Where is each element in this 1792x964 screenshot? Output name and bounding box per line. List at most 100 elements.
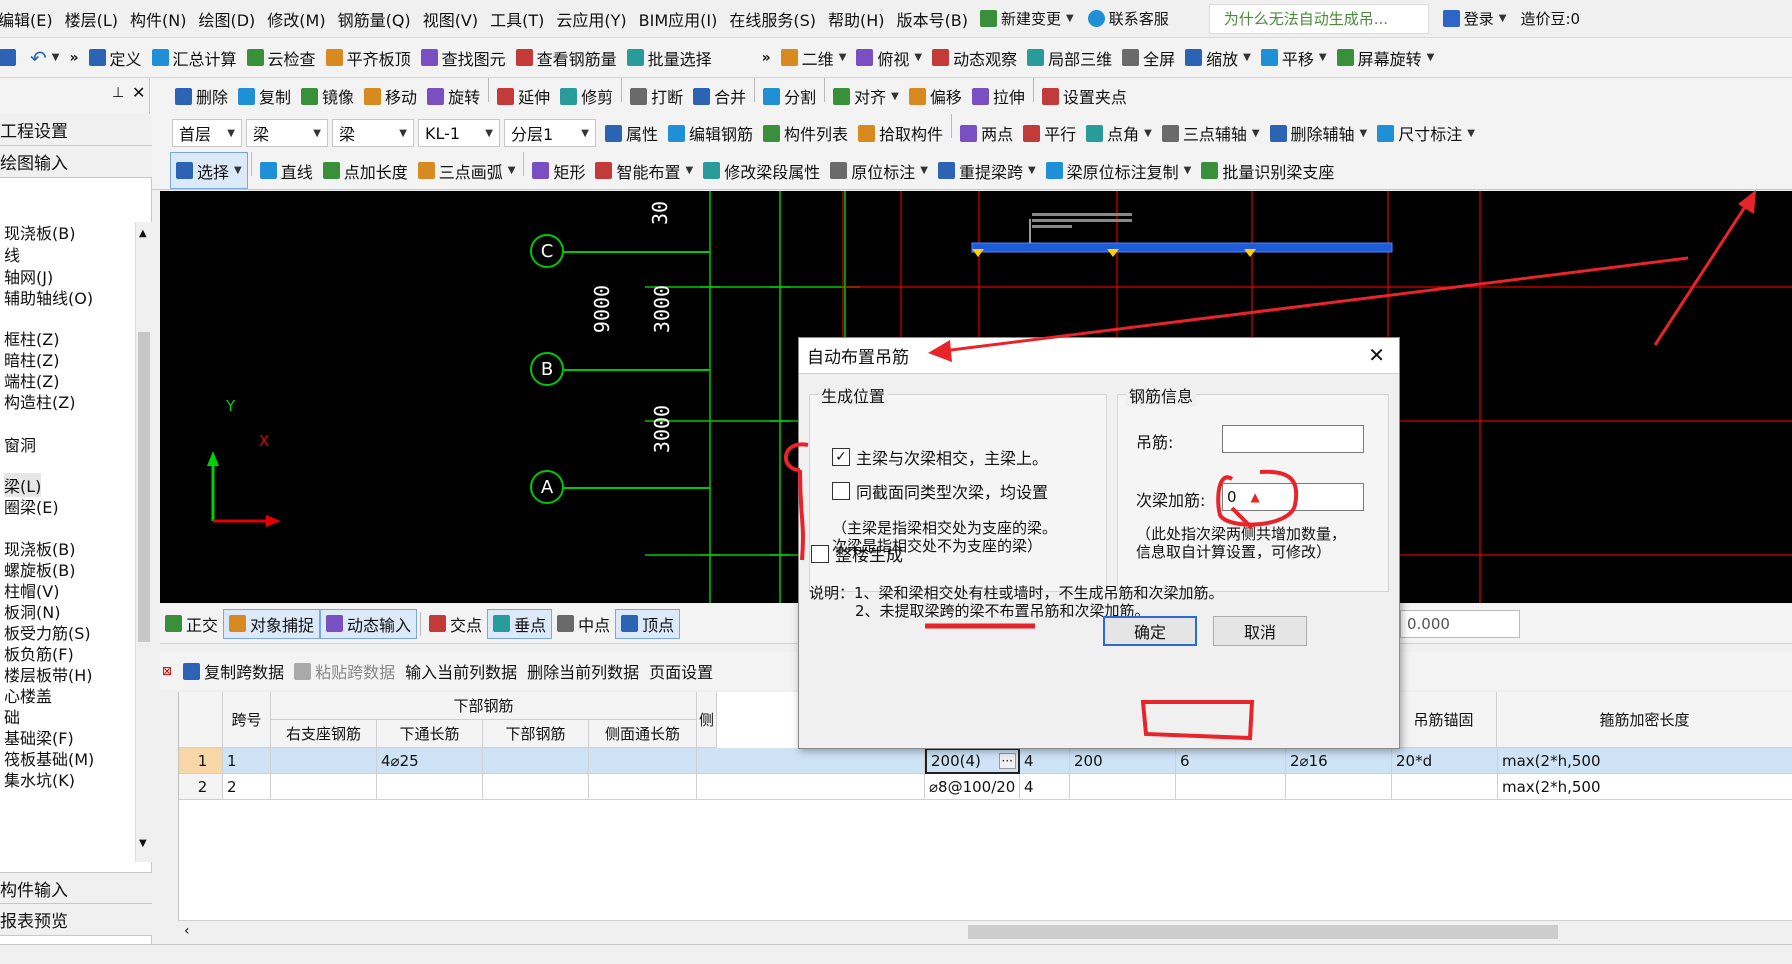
edit-tool-button[interactable]: 旋转 <box>422 78 485 114</box>
edit-tool-button[interactable]: 对齐 ▼ <box>828 78 904 114</box>
grid-cell-span[interactable]: 1 <box>223 748 271 774</box>
draw-tool-button[interactable]: 选择 ▼ <box>170 152 248 189</box>
grid-cell-stirrup[interactable]: ⌀8@100/20 <box>925 774 1020 800</box>
login-button[interactable]: 登录 ▼ <box>1442 8 1506 29</box>
undo-button[interactable]: ↶ ▼ <box>25 38 64 77</box>
component-tool-button[interactable]: 三点辅轴 ▼ <box>1157 114 1265 152</box>
menu-item[interactable]: 版本号(B) <box>891 7 974 31</box>
component-tool-button[interactable]: 删除辅轴 ▼ <box>1265 114 1373 152</box>
grid-tool-button[interactable]: 粘贴跨数据 <box>289 652 400 690</box>
edit-tool-button[interactable]: 删除 <box>170 78 233 114</box>
draw-tool-button[interactable]: 批量识别梁支座 <box>1196 152 1339 189</box>
scroll-thumb[interactable] <box>138 332 150 642</box>
draw-tool-button[interactable]: 点加长度 <box>318 152 413 189</box>
grid-cell[interactable] <box>483 774 589 800</box>
view-tool-button[interactable]: 屏幕旋转 ▼ <box>1332 38 1440 77</box>
edit-tool-button[interactable]: 镜像 <box>296 78 359 114</box>
grid-cell[interactable] <box>589 748 697 774</box>
section-draw-input[interactable]: 绘图输入 <box>0 146 152 178</box>
grid-cell-dense[interactable]: max(2*h,500 <box>1498 748 1792 774</box>
menu-item[interactable]: 钢筋量(Q) <box>332 7 417 31</box>
component-tool-button[interactable]: 点角 ▼ <box>1081 114 1157 152</box>
grid-cell-idx[interactable]: 1 <box>179 748 223 774</box>
grid-cell-span[interactable]: 2 <box>223 774 271 800</box>
scroll-up-icon[interactable]: ▲ <box>139 228 147 239</box>
grid-cell-hanger[interactable]: 2⌀16 <box>1286 748 1392 774</box>
dialog-close-icon[interactable]: ✕ <box>1368 343 1385 367</box>
whole-floor-generate-checkbox[interactable]: 整楼生成 <box>811 541 903 566</box>
snap-toggle[interactable]: 交点 <box>424 609 487 639</box>
coordinate-input[interactable]: 0.000 <box>1400 610 1520 638</box>
horizontal-scrollbar[interactable]: ‹ <box>178 920 1792 942</box>
combo-select[interactable]: 首层 ▼ <box>172 119 242 147</box>
draw-tool-button[interactable]: 梁原位标注复制 ▼ <box>1041 152 1197 189</box>
cancel-button[interactable]: 取消 <box>1213 616 1307 646</box>
grid-cell-dense[interactable]: max(2*h,500 <box>1498 774 1792 800</box>
view-tool-button[interactable]: 全屏 <box>1117 38 1180 77</box>
view-tool-button[interactable]: 缩放 ▼ <box>1180 38 1256 77</box>
draw-tool-button[interactable]: 矩形 <box>527 152 590 189</box>
h-scroll-thumb[interactable] <box>968 925 1558 939</box>
grid-cell-c1[interactable] <box>1070 774 1176 800</box>
grid-cell-anchor[interactable] <box>1392 774 1498 800</box>
grid-tool-button[interactable]: 输入当前列数据 <box>400 652 522 690</box>
menu-item[interactable]: BIM应用(I) <box>633 7 724 31</box>
edit-tool-button[interactable]: 延伸 <box>492 78 555 114</box>
tool-button[interactable]: 定义 <box>84 38 147 77</box>
component-tool-button[interactable]: 编辑钢筋 <box>663 114 758 152</box>
grid-tool-button[interactable]: 页面设置 <box>644 652 718 690</box>
grid-cell[interactable] <box>271 774 377 800</box>
combo-select[interactable]: 梁 ▼ <box>246 119 328 147</box>
draw-tool-button[interactable]: 直线 <box>255 152 318 189</box>
tool-button[interactable]: 云检查 <box>242 38 321 77</box>
snap-toggle[interactable]: 顶点 <box>615 608 681 639</box>
pin-icon[interactable]: ⊥ <box>112 85 124 101</box>
grid-cell-c1[interactable]: 200 <box>1070 748 1176 774</box>
ok-button[interactable]: 确定 <box>1103 616 1197 646</box>
checkbox-unchecked[interactable] <box>832 482 850 500</box>
menu-item[interactable]: 构件(N) <box>124 7 192 31</box>
close-grid-icon[interactable]: ⊠ <box>162 664 172 678</box>
tool-button[interactable]: 汇总计算 <box>147 38 242 77</box>
menu-item[interactable]: 编辑(E) <box>0 7 59 31</box>
scrollbar[interactable]: ▲ ▼ <box>135 222 152 862</box>
tool-button[interactable]: 查找图元 <box>416 38 511 77</box>
grid-cell-c2[interactable]: 6 <box>1176 748 1286 774</box>
tool-button[interactable]: 查看钢筋量 <box>511 38 622 77</box>
combo-select[interactable]: 分层1 ▼ <box>504 119 596 147</box>
tree-item[interactable]: 集水坑(K) <box>4 767 75 791</box>
draw-tool-button[interactable]: 智能布置 ▼ <box>590 152 698 189</box>
grid-cell-legs[interactable]: 4 <box>1020 748 1070 774</box>
view-tool-button[interactable]: 平移 ▼ <box>1256 38 1332 77</box>
grid-cell-hanger[interactable] <box>1286 774 1392 800</box>
tree-item[interactable]: 窗洞 <box>4 432 36 456</box>
edit-tool-button[interactable]: 分割 <box>758 78 821 114</box>
beam[interactable] <box>971 242 1393 253</box>
close-icon[interactable]: ✕ <box>132 83 145 102</box>
component-tool-button[interactable]: 拾取构件 <box>853 114 948 152</box>
combo-select[interactable]: 梁 ▼ <box>332 119 414 147</box>
draw-tool-button[interactable]: 三点画弧 ▼ <box>413 152 521 189</box>
view-tool-button[interactable]: 俯视 ▼ <box>851 38 927 77</box>
draw-tool-button[interactable]: 原位标注 ▼ <box>825 152 933 189</box>
tree-item[interactable]: 圈梁(E) <box>4 494 59 518</box>
menu-item[interactable]: 在线服务(S) <box>723 7 822 31</box>
grid-cell-bottom_long[interactable] <box>377 774 483 800</box>
grid-cell[interactable] <box>483 748 589 774</box>
grid-cell[interactable] <box>271 748 377 774</box>
section-component-input[interactable]: 构件输入 <box>0 872 152 904</box>
grid-cell-c2[interactable] <box>1176 774 1286 800</box>
menu-item[interactable]: 帮助(H) <box>822 7 891 31</box>
grid-cell-anchor[interactable]: 20*d <box>1392 748 1498 774</box>
grid-cell-legs[interactable]: 4 <box>1020 774 1070 800</box>
price-bean[interactable]: 造价豆:0 <box>1520 8 1580 29</box>
tree-item[interactable]: 线 <box>4 242 20 266</box>
grid-cell[interactable] <box>697 774 925 800</box>
snap-toggle[interactable]: 正交 <box>160 609 223 639</box>
snap-toggle[interactable]: 垂点 <box>487 608 553 639</box>
section-report-preview[interactable]: 报表预览 <box>0 904 152 936</box>
view-tool-button[interactable]: 局部三维 <box>1022 38 1117 77</box>
grid-cell-idx[interactable]: 2 <box>179 774 223 800</box>
component-tool-button[interactable]: 属性 <box>600 114 663 152</box>
option-same-section[interactable]: 同截面同类型次梁，均设置 <box>832 479 1048 503</box>
